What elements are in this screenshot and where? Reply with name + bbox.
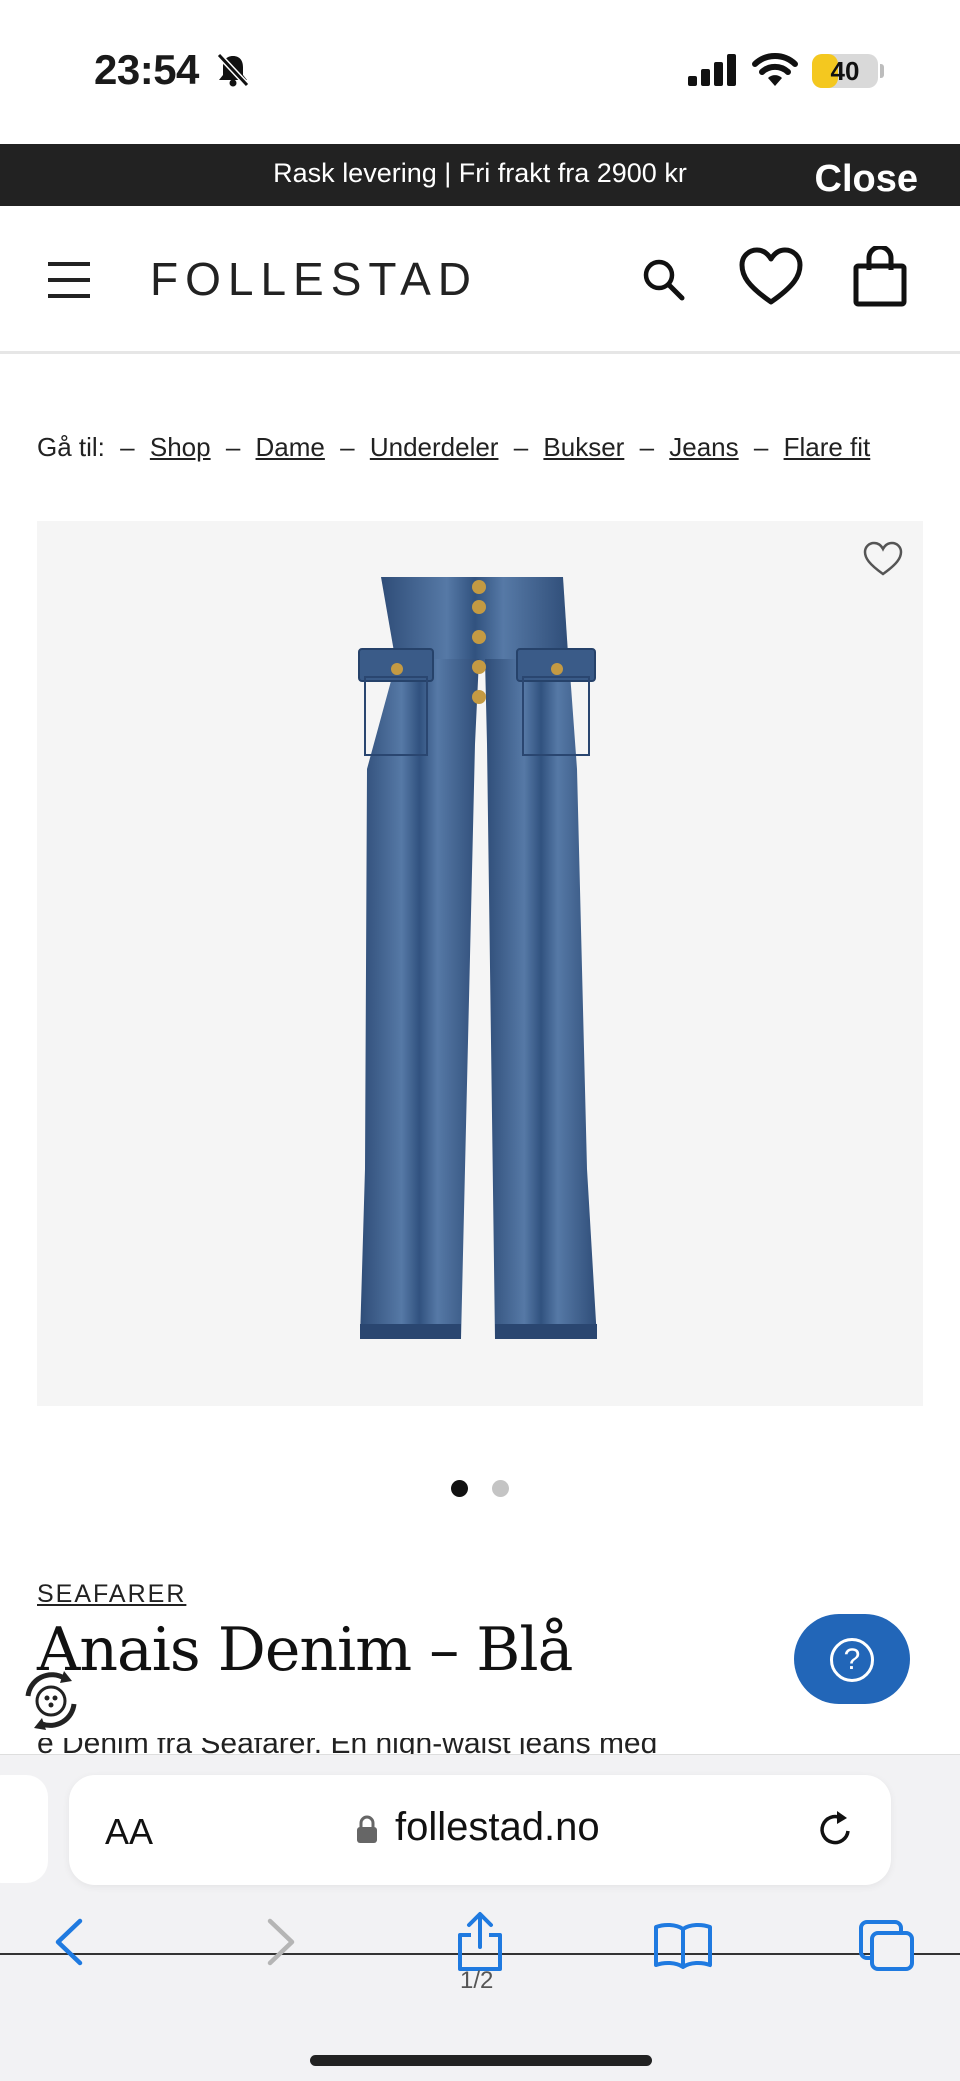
wishlist-heart-icon[interactable] [863, 541, 903, 577]
lock-icon [357, 1815, 377, 1843]
breadcrumb-item-flare-fit[interactable]: Flare fit [784, 432, 871, 462]
tabs-icon[interactable] [858, 1919, 916, 1973]
breadcrumb-prefix: Gå til: [37, 432, 105, 462]
address-bar[interactable]: AA follestad.no [69, 1775, 891, 1885]
product-image-gallery[interactable] [37, 521, 923, 1406]
breadcrumb-item-jeans[interactable]: Jeans [669, 432, 738, 462]
jeans-product-photo [358, 577, 597, 1339]
battery-indicator: 40 [812, 54, 878, 88]
cellular-signal-icon [688, 54, 736, 86]
home-indicator [310, 2055, 652, 2066]
previous-tab-preview[interactable] [0, 1775, 48, 1883]
image-dot-2[interactable] [492, 1480, 509, 1497]
battery-tip [880, 64, 884, 78]
reader-settings-button[interactable]: AA [105, 1811, 153, 1853]
url-text[interactable]: follestad.no [395, 1805, 600, 1850]
status-bar: 23:54 40 [0, 0, 960, 144]
back-icon[interactable] [52, 1917, 88, 1967]
sustainability-badge-icon [25, 1671, 77, 1730]
status-time: 23:54 [94, 46, 199, 93]
breadcrumb: Gå til: – Shop – Dame – Underdeler – Buk… [37, 432, 871, 462]
wifi-icon [752, 53, 798, 86]
product-brand-link[interactable]: SEAFARER [37, 1580, 186, 1609]
image-dot-1-active[interactable] [451, 1480, 468, 1497]
question-icon: ? [830, 1638, 874, 1682]
breadcrumb-item-dame[interactable]: Dame [256, 432, 325, 462]
bookmarks-icon[interactable] [652, 1921, 714, 1969]
share-icon[interactable] [454, 1911, 506, 1973]
menu-icon[interactable] [48, 262, 90, 298]
site-logo[interactable]: FOLLESTAD [150, 252, 478, 306]
search-icon[interactable] [640, 256, 688, 304]
forward-icon [267, 1918, 295, 1966]
promo-bar: Rask levering | Fri frakt fra 2900 kr Cl… [0, 144, 960, 206]
breadcrumb-item-underdeler[interactable]: Underdeler [370, 432, 499, 462]
product-title: Anais Denim – Blå [37, 1615, 573, 1685]
reload-icon[interactable] [815, 1809, 857, 1851]
battery-level: 40 [830, 56, 860, 86]
breadcrumb-item-shop[interactable]: Shop [150, 432, 211, 462]
promo-close-button[interactable]: Close [815, 158, 918, 201]
browser-toolbar: AA follestad.no 1/2 [0, 1754, 960, 2081]
breadcrumb-item-bukser[interactable]: Bukser [543, 432, 624, 462]
image-pagination [0, 1480, 960, 1500]
site-header: FOLLESTAD [0, 206, 960, 354]
heart-icon[interactable] [738, 246, 804, 308]
help-chat-button[interactable]: ? [794, 1614, 910, 1704]
bell-slash-icon [216, 52, 250, 88]
shopping-bag-icon[interactable] [852, 246, 908, 308]
page-indicator: 1/2 [460, 1967, 494, 1994]
